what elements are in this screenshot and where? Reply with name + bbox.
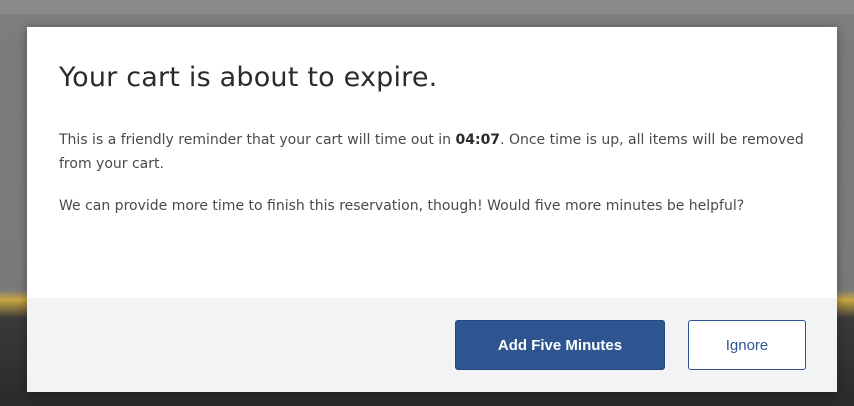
add-five-minutes-button[interactable]: Add Five Minutes [455,320,665,370]
ignore-button[interactable]: Ignore [688,320,806,370]
modal-footer: Add Five Minutes Ignore [27,298,837,392]
modal-title: Your cart is about to expire. [59,62,438,93]
countdown-timer: 04:07 [455,132,501,148]
expiry-reminder-text: This is a friendly reminder that your ca… [59,128,810,176]
reminder-text-start: This is a friendly reminder that your ca… [59,132,456,148]
modal-body: Your cart is about to expire. This is a … [27,27,837,298]
backdrop-top-strip [0,0,854,14]
cart-expiry-modal: Your cart is about to expire. This is a … [27,27,837,392]
extend-time-offer-text: We can provide more time to finish this … [59,198,745,214]
